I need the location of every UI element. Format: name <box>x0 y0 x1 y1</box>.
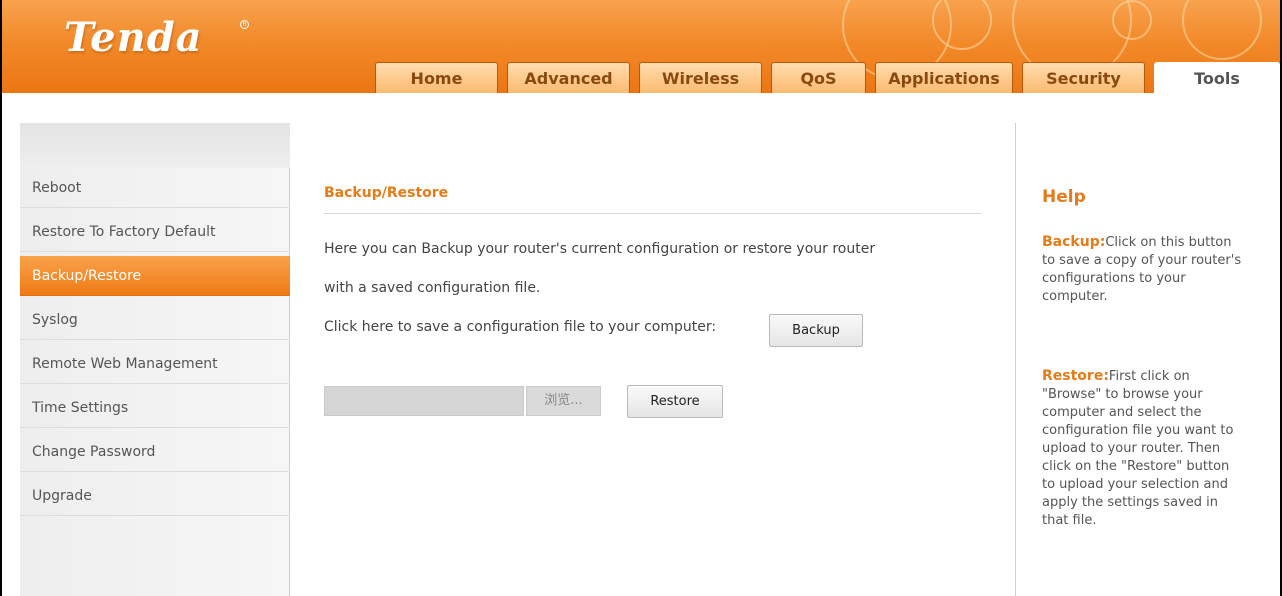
sidebar: Reboot Restore To Factory Default Backup… <box>20 123 290 596</box>
sidebar-item-restore-factory-default[interactable]: Restore To Factory Default <box>20 212 290 252</box>
backup-button[interactable]: Backup <box>769 314 863 347</box>
tab-home[interactable]: Home <box>375 62 498 93</box>
sidebar-item-remote-web-management[interactable]: Remote Web Management <box>20 344 290 384</box>
restore-button[interactable]: Restore <box>627 385 723 418</box>
tab-qos[interactable]: QoS <box>771 62 866 93</box>
sidebar-item-syslog[interactable]: Syslog <box>20 300 290 340</box>
sidebar-top <box>20 123 290 168</box>
tab-wireless[interactable]: Wireless <box>639 62 762 93</box>
main-content: Backup/Restore Here you can Backup your … <box>291 123 1013 596</box>
decor-bubble <box>1182 0 1262 60</box>
backup-prompt: Click here to save a configuration file … <box>324 319 717 335</box>
title-divider <box>324 213 981 214</box>
sidebar-item-reboot[interactable]: Reboot <box>20 168 290 208</box>
config-file-input[interactable] <box>324 386 524 416</box>
help-restore-text: First click on "Browse" to browse your c… <box>1042 369 1234 528</box>
help-title: Help <box>1042 187 1086 207</box>
registered-mark: R <box>240 20 249 29</box>
intro-text-line1: Here you can Backup your router's curren… <box>324 241 876 257</box>
tab-applications[interactable]: Applications <box>875 62 1013 93</box>
browse-button[interactable]: 浏览... <box>526 386 601 416</box>
help-panel: Help Backup:Click on this button to save… <box>1015 123 1278 596</box>
help-restore-key: Restore: <box>1042 368 1109 384</box>
sub-header-band <box>2 93 1280 123</box>
help-backup: Backup:Click on this button to save a co… <box>1042 233 1242 306</box>
tab-advanced[interactable]: Advanced <box>507 62 630 93</box>
decor-bubble <box>1112 0 1152 40</box>
header-bar: Tenda R Home Advanced Wireless QoS Appli… <box>2 0 1280 93</box>
tenda-logo: Tenda <box>64 14 203 61</box>
sidebar-item-time-settings[interactable]: Time Settings <box>20 388 290 428</box>
tab-security[interactable]: Security <box>1022 62 1145 93</box>
help-backup-key: Backup: <box>1042 234 1106 250</box>
sidebar-item-upgrade[interactable]: Upgrade <box>20 476 290 516</box>
page-title: Backup/Restore <box>324 185 449 201</box>
sidebar-item-change-password[interactable]: Change Password <box>20 432 290 472</box>
tab-tools[interactable]: Tools <box>1154 62 1280 93</box>
sidebar-item-backup-restore[interactable]: Backup/Restore <box>20 256 290 296</box>
help-restore: Restore:First click on "Browse" to brows… <box>1042 367 1242 530</box>
intro-text-line2: with a saved configuration file. <box>324 280 541 296</box>
